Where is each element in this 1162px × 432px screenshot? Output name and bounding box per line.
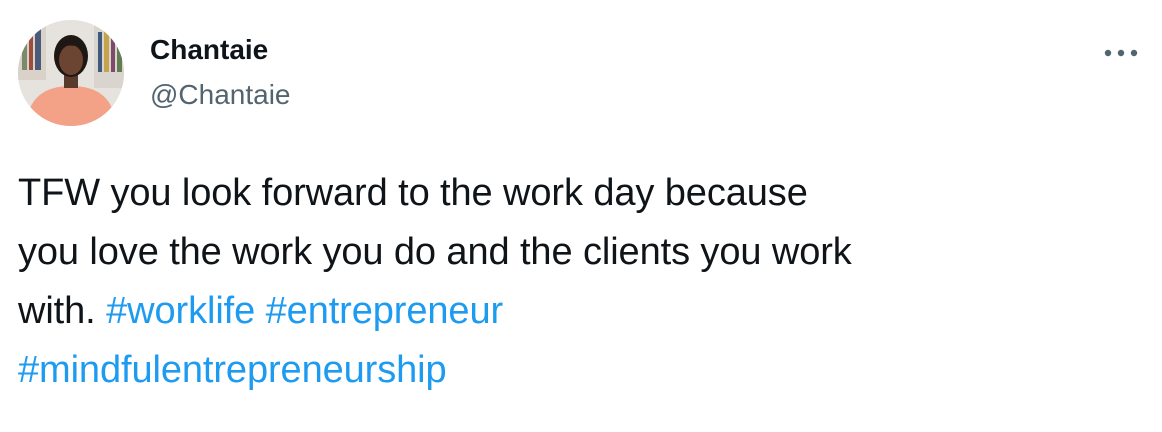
tweet-card: Chantaie @Chantaie TFW you look forward … xyxy=(0,0,1162,432)
author-avatar[interactable] xyxy=(18,20,124,126)
tweet-text: TFW you look forward to the work day bec… xyxy=(18,164,1146,400)
tweet-text-line-1: TFW you look forward to the work day bec… xyxy=(18,172,808,214)
author-handle[interactable]: @Chantaie xyxy=(150,79,291,111)
more-options-button[interactable] xyxy=(1100,40,1142,66)
tweet-text-line-2: you love the work you do and the clients… xyxy=(18,231,852,273)
more-horizontal-icon xyxy=(1104,49,1138,57)
tweet-text-line-3: with. #worklife #entrepreneur xyxy=(18,282,1146,341)
hashtag-worklife[interactable]: #worklife xyxy=(106,290,255,332)
tweet-text-line-4: #mindfulentrepreneurship xyxy=(18,341,1146,400)
profile-photo-icon xyxy=(18,20,124,126)
hashtag-mindfulentrepreneurship[interactable]: #mindfulentrepreneurship xyxy=(18,349,447,391)
tweet-text-line-3-prefix: with. xyxy=(18,290,96,332)
author-display-name[interactable]: Chantaie xyxy=(150,34,268,66)
hashtag-entrepreneur[interactable]: #entrepreneur xyxy=(266,290,504,332)
